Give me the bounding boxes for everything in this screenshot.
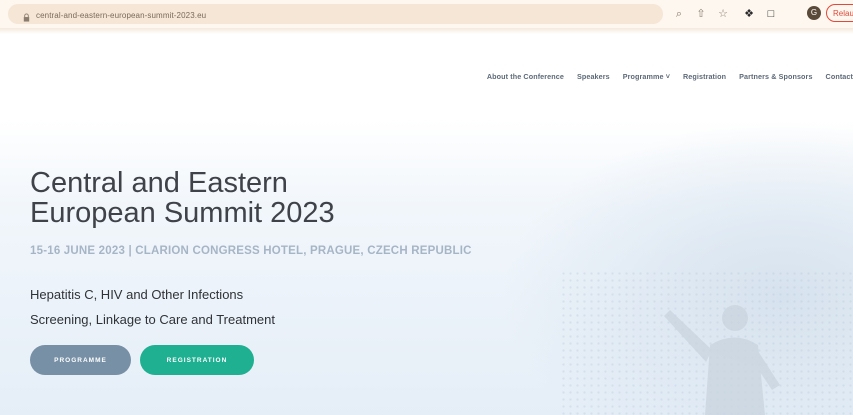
event-date-location: 15-16 JUNE 2023 | CLARION CONGRESS HOTEL… <box>30 245 472 257</box>
address-bar-url[interactable]: central-and-eastern-european-summit-2023… <box>36 11 206 20</box>
page-title: Central and Eastern European Summit 2023 <box>30 168 510 228</box>
subtitle-topic: Hepatitis C, HIV and Other Infections <box>30 287 244 302</box>
programme-button[interactable]: PROGRAMME <box>30 345 131 375</box>
extension-icon[interactable]: ❖ <box>742 7 756 21</box>
lock-icon[interactable] <box>22 13 31 22</box>
nav-contact[interactable]: Contact <box>826 72 853 86</box>
search-icon[interactable]: ⌕ <box>672 7 686 21</box>
site-navigation: About the Conference Speakers Programme … <box>300 72 853 86</box>
share-icon[interactable]: ⇧ <box>694 7 708 21</box>
speaker-illustration <box>664 305 780 415</box>
sidebar-icon[interactable]: □ <box>764 7 778 21</box>
toolbar-shadow <box>0 28 853 34</box>
registration-button[interactable]: REGISTRATION <box>140 345 254 375</box>
hero-section <box>0 120 853 415</box>
nav-speakers[interactable]: Speakers <box>577 72 610 86</box>
nav-registration[interactable]: Registration <box>683 72 726 86</box>
update-button[interactable]: Relau <box>826 4 853 22</box>
address-bar[interactable]: central-and-eastern-european-summit-2023… <box>8 4 663 24</box>
nav-about[interactable]: About the Conference <box>487 72 564 86</box>
nav-programme-dropdown[interactable]: Programme ˅ <box>623 72 670 86</box>
nav-partners-sponsors[interactable]: Partners & Sponsors <box>739 72 812 86</box>
subtitle-focus: Screening, Linkage to Care and Treatment <box>30 312 275 327</box>
star-icon[interactable]: ☆ <box>716 7 730 21</box>
profile-avatar[interactable]: G <box>807 6 821 20</box>
title-line-2: European Summit 2023 <box>30 197 335 229</box>
title-line-1: Central and Eastern <box>30 167 288 199</box>
